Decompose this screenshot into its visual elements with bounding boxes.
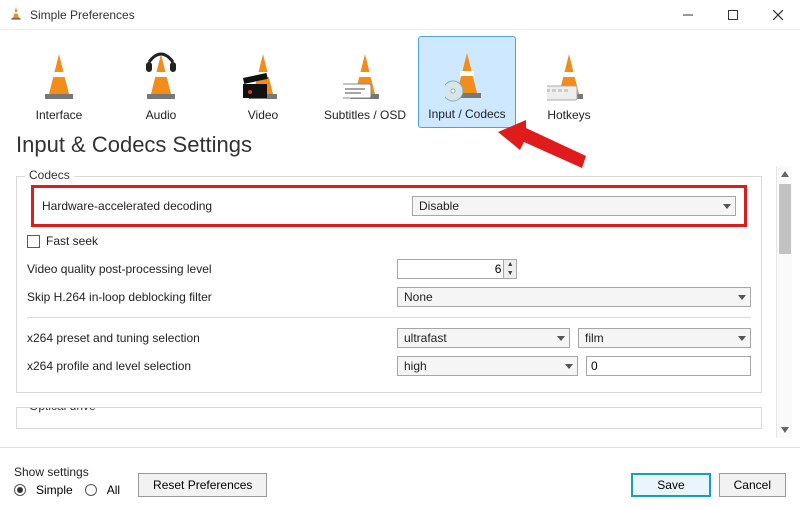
reset-preferences-button[interactable]: Reset Preferences	[138, 473, 267, 497]
cone-keyboard-icon	[547, 50, 591, 104]
chevron-down-icon	[738, 290, 746, 304]
nav-audio[interactable]: Audio	[112, 36, 210, 128]
cone-headphones-icon	[139, 50, 183, 104]
cancel-button[interactable]: Cancel	[719, 473, 786, 497]
checkbox-fast-seek[interactable]	[27, 235, 40, 248]
maximize-button[interactable]	[710, 0, 755, 29]
nav-label: Audio	[146, 108, 177, 122]
nav-subtitles[interactable]: Subtitles / OSD	[316, 36, 414, 128]
dropdown-x264-tuning[interactable]: film	[578, 328, 751, 348]
label-skip-deblock: Skip H.264 in-loop deblocking filter	[27, 290, 397, 304]
cone-subtitles-icon	[343, 50, 387, 104]
scroll-thumb[interactable]	[779, 184, 791, 254]
nav-label: Video	[248, 108, 278, 122]
nav-label: Hotkeys	[547, 108, 590, 122]
nav-label: Input / Codecs	[428, 107, 505, 121]
label-fast-seek: Fast seek	[46, 234, 751, 248]
close-button[interactable]	[755, 0, 800, 29]
highlight-hw-decode: Hardware-accelerated decoding Disable	[31, 185, 747, 227]
scroll-up-icon[interactable]	[777, 166, 792, 182]
dropdown-value: None	[404, 290, 433, 304]
divider	[27, 317, 751, 318]
nav-interface[interactable]: Interface	[10, 36, 108, 128]
category-nav: Interface Audio Video	[0, 30, 800, 128]
settings-scroll-area: Codecs Hardware-accelerated decoding Dis…	[8, 166, 792, 438]
spin-up[interactable]: ▲	[504, 260, 516, 269]
dropdown-value: ultrafast	[404, 331, 447, 345]
nav-label: Interface	[36, 108, 83, 122]
group-optical: Optical drive	[16, 407, 762, 429]
group-title: Codecs	[25, 168, 74, 182]
chevron-down-icon	[557, 331, 565, 345]
chevron-down-icon	[565, 359, 573, 373]
label-postproc: Video quality post-processing level	[27, 262, 397, 276]
dropdown-value: Disable	[419, 199, 459, 213]
cone-clapper-icon	[241, 50, 285, 104]
cone-icon	[37, 50, 81, 104]
footer: Show settings Simple All Reset Preferenc…	[0, 447, 800, 507]
spin-down[interactable]: ▼	[504, 269, 516, 278]
spin-postproc-input[interactable]	[398, 262, 503, 276]
show-settings-label: Show settings	[14, 465, 120, 479]
show-settings-group: Show settings Simple All	[14, 465, 120, 497]
radio-all[interactable]	[85, 484, 97, 496]
dropdown-skip-deblock[interactable]: None	[397, 287, 751, 307]
nav-input-codecs[interactable]: Input / Codecs	[418, 36, 516, 128]
chevron-down-icon	[723, 199, 731, 213]
window-title: Simple Preferences	[30, 8, 665, 22]
label-x264-profile: x264 profile and level selection	[27, 359, 397, 373]
input-x264-level[interactable]	[586, 356, 751, 376]
dropdown-value: film	[585, 331, 604, 345]
dropdown-x264-preset[interactable]: ultrafast	[397, 328, 570, 348]
scroll-down-icon[interactable]	[777, 422, 792, 438]
button-label: Reset Preferences	[153, 478, 252, 492]
save-button[interactable]: Save	[631, 473, 710, 497]
minimize-button[interactable]	[665, 0, 710, 29]
scrollbar[interactable]	[776, 166, 792, 438]
radio-all-label: All	[107, 483, 120, 497]
window-controls	[665, 0, 800, 29]
button-label: Save	[657, 478, 684, 492]
titlebar: Simple Preferences	[0, 0, 800, 30]
label-x264-preset: x264 preset and tuning selection	[27, 331, 397, 345]
page-title: Input & Codecs Settings	[0, 128, 800, 166]
cone-disc-icon	[445, 49, 489, 103]
dropdown-hw-decode[interactable]: Disable	[412, 196, 736, 216]
nav-label: Subtitles / OSD	[324, 108, 406, 122]
button-label: Cancel	[734, 478, 771, 492]
label-hw-decode: Hardware-accelerated decoding	[42, 199, 412, 213]
spin-postproc[interactable]: ▲ ▼	[397, 259, 517, 279]
dropdown-value: high	[404, 359, 427, 373]
app-icon	[8, 5, 24, 24]
dropdown-x264-profile[interactable]: high	[397, 356, 578, 376]
chevron-down-icon	[738, 331, 746, 345]
radio-simple[interactable]	[14, 484, 26, 496]
group-title: Optical drive	[25, 407, 100, 413]
group-codecs: Codecs Hardware-accelerated decoding Dis…	[16, 176, 762, 393]
nav-hotkeys[interactable]: Hotkeys	[520, 36, 618, 128]
radio-simple-label: Simple	[36, 483, 73, 497]
nav-video[interactable]: Video	[214, 36, 312, 128]
